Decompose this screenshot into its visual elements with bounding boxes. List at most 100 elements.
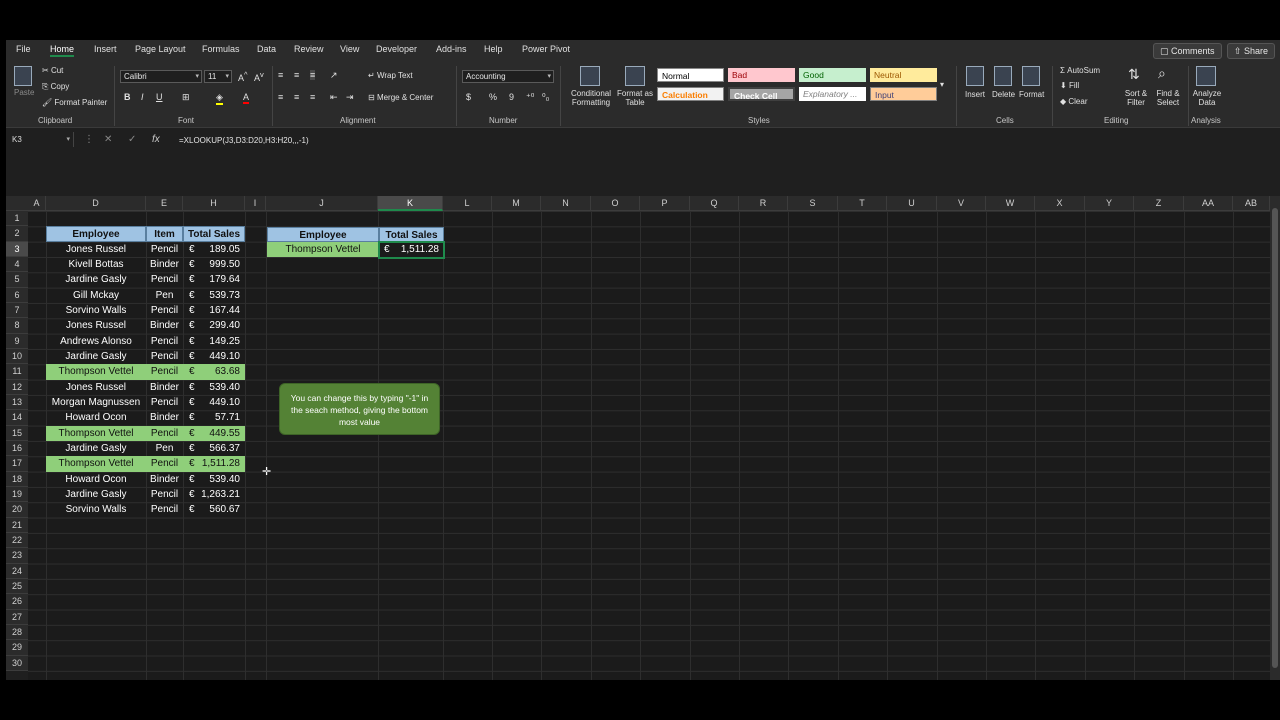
- item-cell[interactable]: Pen: [146, 288, 183, 303]
- column-header-z[interactable]: Z: [1134, 196, 1184, 211]
- analyze-data-button[interactable]: Analyze Data: [1192, 89, 1222, 107]
- sales-cell[interactable]: €566.37: [183, 441, 245, 456]
- column-header-h[interactable]: H: [183, 196, 245, 211]
- style-explanatory[interactable]: Explanatory ...: [799, 87, 866, 101]
- employee-cell[interactable]: Sorvino Walls: [46, 303, 146, 318]
- align-left-icon[interactable]: ≡: [278, 92, 283, 102]
- comments-button[interactable]: ▢ Comments: [1153, 43, 1222, 59]
- row-header-9[interactable]: 9: [6, 333, 28, 349]
- tab-formulas[interactable]: Formulas: [202, 44, 240, 54]
- tab-review[interactable]: Review: [294, 44, 324, 54]
- wrap-text-button[interactable]: ↵ Wrap Text: [368, 71, 413, 80]
- sales-cell[interactable]: €149.25: [183, 334, 245, 349]
- row-header-27[interactable]: 27: [6, 609, 28, 625]
- row-header-10[interactable]: 10: [6, 348, 28, 365]
- insert-cells-button[interactable]: Insert: [965, 90, 985, 99]
- item-cell[interactable]: Pencil: [146, 349, 183, 364]
- tab-home[interactable]: Home: [50, 44, 75, 57]
- employee-cell[interactable]: Jardine Gasly: [46, 441, 146, 456]
- lookup-employee-header[interactable]: Employee: [267, 226, 379, 243]
- orientation-icon[interactable]: ↗: [330, 70, 338, 81]
- item-cell[interactable]: Pencil: [146, 334, 183, 349]
- tab-data[interactable]: Data: [257, 44, 276, 54]
- employee-cell[interactable]: Thompson Vettel: [46, 425, 146, 441]
- item-cell[interactable]: Pencil: [146, 502, 183, 517]
- format-cells-button[interactable]: Format: [1019, 90, 1044, 99]
- row-header-2[interactable]: 2: [6, 226, 28, 242]
- sort-filter-button[interactable]: Sort & Filter: [1122, 89, 1150, 107]
- tab-developer[interactable]: Developer: [376, 44, 417, 54]
- style-calculation[interactable]: Calculation: [657, 87, 724, 101]
- row-header-22[interactable]: 22: [6, 532, 28, 549]
- share-button[interactable]: ⇧ Share: [1227, 43, 1276, 59]
- row-header-24[interactable]: 24: [6, 563, 28, 579]
- row-header-12[interactable]: 12: [6, 379, 28, 395]
- grow-font-icon[interactable]: A^: [238, 70, 248, 83]
- sales-cell[interactable]: €449.55: [183, 425, 245, 441]
- merge-center-button[interactable]: ⊟ Merge & Center: [368, 93, 433, 102]
- column-header-o[interactable]: O: [591, 196, 640, 211]
- employee-cell[interactable]: Andrews Alonso: [46, 334, 146, 349]
- italic-icon[interactable]: I: [141, 92, 144, 102]
- item-cell[interactable]: Pencil: [146, 242, 183, 257]
- sales-cell[interactable]: €1,263.21: [183, 487, 245, 502]
- fill-button[interactable]: ⬇ Fill: [1060, 81, 1079, 90]
- column-header-i[interactable]: I: [245, 196, 266, 211]
- column-header-ab[interactable]: AB: [1233, 196, 1270, 211]
- sales-cell[interactable]: €539.40: [183, 472, 245, 487]
- employee-cell[interactable]: Howard Ocon: [46, 472, 146, 487]
- percent-button[interactable]: %: [489, 92, 497, 102]
- employee-cell[interactable]: Jones Russel: [46, 380, 146, 395]
- column-header-d[interactable]: D: [46, 196, 146, 211]
- lookup-employee-cell[interactable]: Thompson Vettel: [267, 242, 379, 258]
- employee-cell[interactable]: Thompson Vettel: [46, 364, 146, 380]
- bold-icon[interactable]: B: [124, 92, 131, 102]
- column-header-q[interactable]: Q: [690, 196, 739, 211]
- row-header-1[interactable]: 1: [6, 211, 28, 227]
- align-bottom-icon[interactable]: ≡: [310, 70, 316, 80]
- row-header-17[interactable]: 17: [6, 456, 28, 472]
- employee-cell[interactable]: Kivell Bottas: [46, 257, 146, 272]
- clear-button[interactable]: ◆ Clear: [1060, 97, 1088, 106]
- formula-input[interactable]: =XLOOKUP(J3,D3:D20,H3:H20,,,-1): [179, 136, 309, 145]
- style-check-cell[interactable]: Check Cell: [728, 87, 795, 101]
- increase-indent-icon[interactable]: ⇥: [346, 92, 354, 103]
- column-header-r[interactable]: R: [739, 196, 788, 211]
- style-good[interactable]: Good: [799, 68, 866, 82]
- row-header-13[interactable]: 13: [6, 394, 28, 411]
- employee-cell[interactable]: Jardine Gasly: [46, 272, 146, 287]
- column-header-j[interactable]: J: [266, 196, 378, 211]
- tab-add-ins[interactable]: Add-ins: [436, 44, 467, 54]
- tab-page-layout[interactable]: Page Layout: [135, 44, 186, 54]
- column-header-e[interactable]: E: [146, 196, 183, 211]
- column-header-t[interactable]: T: [838, 196, 887, 211]
- row-header-19[interactable]: 19: [6, 486, 28, 503]
- number-format-select[interactable]: Accounting ▾: [462, 70, 554, 83]
- row-header-3[interactable]: 3: [6, 241, 28, 257]
- style-bad[interactable]: Bad: [728, 68, 795, 82]
- item-header[interactable]: Item: [146, 226, 183, 242]
- vertical-scrollbar[interactable]: [1270, 196, 1280, 680]
- sales-cell[interactable]: €299.40: [183, 318, 245, 333]
- row-header-8[interactable]: 8: [6, 318, 28, 334]
- column-header-m[interactable]: M: [492, 196, 541, 211]
- cancel-icon[interactable]: ✕: [104, 134, 112, 145]
- employee-cell[interactable]: Gill Mckay: [46, 288, 146, 303]
- delete-cells-button[interactable]: Delete: [992, 90, 1015, 99]
- align-center-icon[interactable]: ≡: [294, 92, 299, 102]
- sales-cell[interactable]: €167.44: [183, 303, 245, 318]
- column-header-k[interactable]: K: [378, 196, 443, 211]
- item-cell[interactable]: Binder: [146, 410, 183, 425]
- align-middle-icon[interactable]: ≡: [294, 70, 299, 80]
- row-header-29[interactable]: 29: [6, 640, 28, 656]
- row-header-5[interactable]: 5: [6, 272, 28, 288]
- comma-button[interactable]: 9: [509, 92, 514, 102]
- total-sales-header[interactable]: Total Sales: [183, 226, 245, 242]
- sales-cell[interactable]: €63.68: [183, 364, 245, 380]
- style-input[interactable]: Input: [870, 87, 937, 101]
- row-header-18[interactable]: 18: [6, 471, 28, 487]
- employee-cell[interactable]: Morgan Magnussen: [46, 395, 146, 410]
- row-header-4[interactable]: 4: [6, 256, 28, 273]
- format-painter-button[interactable]: 🖌 Format Painter: [42, 98, 107, 107]
- item-cell[interactable]: Pencil: [146, 425, 183, 441]
